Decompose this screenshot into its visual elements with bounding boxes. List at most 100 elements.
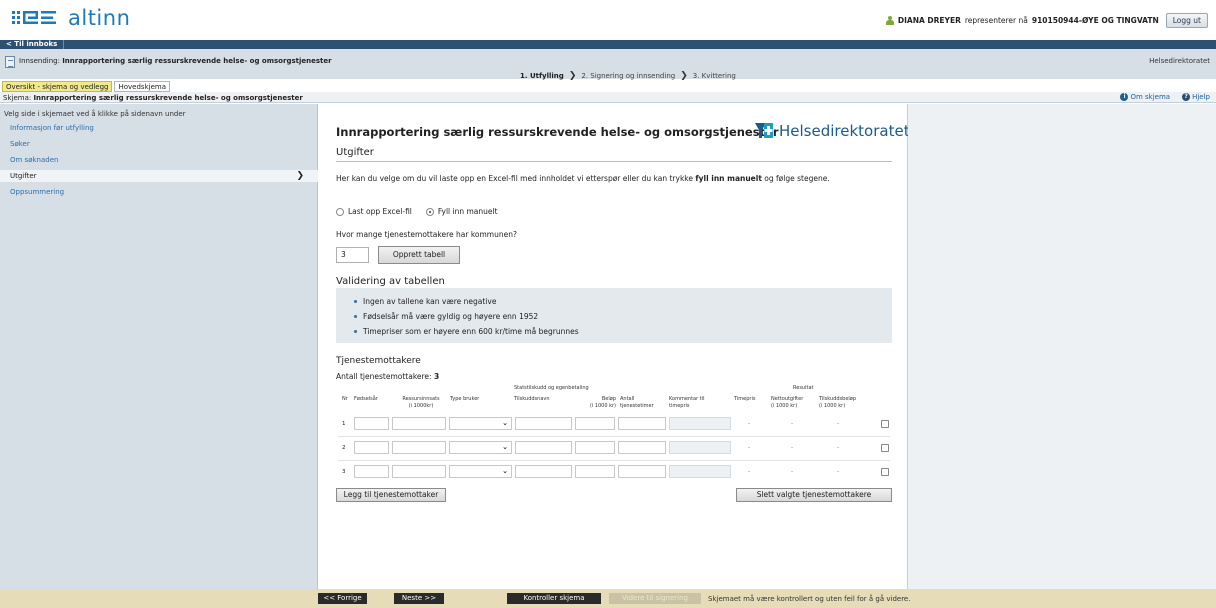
recipients-question: Hvor mange tjenestemottakere har kommune… bbox=[336, 230, 517, 239]
amount-input[interactable] bbox=[575, 465, 615, 478]
altinn-logo-text: altinn bbox=[68, 6, 131, 30]
amount-input[interactable] bbox=[575, 441, 615, 454]
hours-input[interactable] bbox=[618, 417, 666, 430]
sidebar-hint: Velg side i skjemaet ved å klikke på sid… bbox=[4, 110, 186, 118]
schema-links: i Om skjema ? Hjelp bbox=[1120, 93, 1210, 101]
row-select-checkbox[interactable] bbox=[881, 444, 889, 452]
about-schema-link[interactable]: i Om skjema bbox=[1120, 93, 1170, 101]
sidebar-item-summary[interactable]: Oppsummering bbox=[0, 186, 318, 198]
next-button[interactable]: Neste >> bbox=[394, 593, 444, 604]
comment-input[interactable] bbox=[669, 441, 731, 454]
top-header: altinn DIANA DREYER representerer nå 910… bbox=[0, 0, 1216, 40]
comment-input[interactable] bbox=[669, 417, 731, 430]
footer-note: Skjemaet må være kontrollert og uten fei… bbox=[708, 595, 911, 603]
document-icon bbox=[5, 56, 15, 68]
recipients-count-input[interactable]: 3 bbox=[336, 247, 369, 263]
input-method-radios: Last opp Excel-fil Fyll inn manuelt bbox=[336, 207, 498, 216]
recipients-title: Tjenestemottakere bbox=[336, 356, 421, 366]
grant-name-input[interactable] bbox=[515, 465, 572, 478]
submission-header: Innsending: Innrapportering særlig ressu… bbox=[0, 49, 1216, 81]
amount-input[interactable] bbox=[575, 417, 615, 430]
birth-year-input[interactable] bbox=[354, 441, 389, 454]
select-chevron-icon: ⌄ bbox=[502, 467, 508, 475]
nav-bar: < Til innboks bbox=[0, 40, 1216, 49]
user-type-select[interactable]: ⌄ bbox=[449, 441, 512, 454]
schema-bar: Skjema: Innrapportering særlig ressurskr… bbox=[0, 92, 1216, 103]
user-type-select[interactable]: ⌄ bbox=[449, 417, 512, 430]
row-number: 1 bbox=[342, 421, 346, 427]
radio-button[interactable] bbox=[336, 207, 344, 216]
birth-year-input[interactable] bbox=[354, 465, 389, 478]
back-to-inbox-link[interactable]: < Til innboks bbox=[6, 40, 65, 49]
col-header-birth-year: Fødselsår bbox=[354, 396, 378, 402]
progress-steps: 1. Utfylling ❯ 2. Signering og innsendin… bbox=[520, 71, 736, 81]
col-header-amount: Beløp (i 1000 kr) bbox=[589, 396, 616, 409]
col-header-grant-amount: Tilskuddsbeløp (i 1000 kr) bbox=[819, 396, 857, 409]
hours-input[interactable] bbox=[618, 441, 666, 454]
sidebar-item-expenses[interactable]: Utgifter ❯ bbox=[0, 170, 318, 182]
user-area: DIANA DREYER representerer nå 910150944-… bbox=[885, 13, 1208, 28]
grant-name-input[interactable] bbox=[515, 441, 572, 454]
radio-upload-excel[interactable]: Last opp Excel-fil bbox=[336, 207, 412, 216]
agency-name: Helsedirektoratet bbox=[1149, 57, 1210, 65]
chevron-right-icon: ❯ bbox=[296, 171, 304, 181]
col-header-hourly-rate: Timepris bbox=[734, 396, 756, 402]
previous-button[interactable]: << Forrige bbox=[318, 593, 367, 604]
user-name: DIANA DREYER bbox=[897, 16, 961, 25]
check-schema-button[interactable]: Kontroller skjema bbox=[507, 593, 601, 604]
submission-title: Innsending: Innrapportering særlig ressu… bbox=[19, 57, 332, 65]
grant-name-input[interactable] bbox=[515, 417, 572, 430]
validation-item: Ingen av tallene kan være negative bbox=[354, 297, 496, 306]
comment-input[interactable] bbox=[669, 465, 731, 478]
grant-amount-value: - bbox=[837, 420, 840, 427]
logout-button[interactable]: Logg ut bbox=[1165, 13, 1208, 28]
validation-box: Ingen av tallene kan være negative Fødse… bbox=[336, 288, 892, 343]
user-type-select[interactable]: ⌄ bbox=[449, 465, 512, 478]
create-table-button[interactable]: Opprett tabell bbox=[378, 246, 460, 264]
altinn-logo[interactable]: altinn bbox=[12, 6, 130, 30]
help-link[interactable]: ? Hjelp bbox=[1182, 93, 1210, 101]
step-receipt: 3. Kvittering bbox=[692, 72, 736, 80]
continue-to-sign-button[interactable]: Videre til signering bbox=[609, 593, 701, 604]
net-expenses-value: - bbox=[791, 444, 794, 451]
user-icon bbox=[885, 16, 894, 25]
section-title-expenses: Utgifter bbox=[336, 147, 374, 158]
validation-item: Timepriser som er høyere enn 600 kr/time… bbox=[354, 327, 579, 336]
row-select-checkbox[interactable] bbox=[881, 420, 889, 428]
row-select-checkbox[interactable] bbox=[881, 468, 889, 476]
page-sidebar: Velg side i skjemaet ved å klikke på sid… bbox=[0, 104, 318, 589]
chevron-right-icon: ❯ bbox=[680, 71, 688, 81]
chevron-right-icon: ❯ bbox=[568, 71, 577, 81]
sidebar-item-label: Utgifter bbox=[10, 172, 37, 180]
col-header-grant-name: Tilskuddsnavn bbox=[514, 396, 550, 402]
helsedirektoratet-logo-icon bbox=[755, 123, 773, 138]
tab-main-schema[interactable]: Hovedskjema bbox=[114, 81, 170, 92]
sidebar-item-about[interactable]: Om søknaden bbox=[0, 154, 318, 166]
tab-bar: Oversikt - skjema og vedlegg Hovedskjema bbox=[0, 81, 170, 92]
birth-year-input[interactable] bbox=[354, 417, 389, 430]
net-expenses-value: - bbox=[791, 420, 794, 427]
resource-input[interactable] bbox=[392, 465, 446, 478]
delete-selected-button[interactable]: Slett valgte tjenestemottakere bbox=[736, 488, 892, 502]
resource-input[interactable] bbox=[392, 417, 446, 430]
resource-input[interactable] bbox=[392, 441, 446, 454]
grant-amount-value: - bbox=[837, 444, 840, 451]
sidebar-item-applicant[interactable]: Søker bbox=[0, 138, 318, 150]
group-header-result: Resultat bbox=[793, 385, 814, 391]
add-recipient-button[interactable]: Legg til tjenestemottaker bbox=[336, 488, 446, 502]
sidebar-item-info[interactable]: Informasjon før utfylling bbox=[0, 122, 318, 134]
col-header-net-expenses: Nettoutgifter (i 1000 kr) bbox=[771, 396, 804, 409]
radio-fill-manual[interactable]: Fyll inn manuelt bbox=[425, 207, 498, 216]
section-divider bbox=[336, 161, 892, 162]
info-icon: i bbox=[1120, 93, 1129, 101]
validation-title: Validering av tabellen bbox=[336, 276, 445, 287]
helsedirektoratet-text: Helsedirektoratet bbox=[779, 121, 910, 140]
group-header-state: Statstilskudd og egenbetaling bbox=[514, 385, 589, 391]
tab-overview[interactable]: Oversikt - skjema og vedlegg bbox=[2, 81, 113, 92]
help-icon: ? bbox=[1182, 93, 1191, 101]
col-header-nr: Nr bbox=[342, 396, 348, 402]
hours-input[interactable] bbox=[618, 465, 666, 478]
schema-title: Skjema: Innrapportering særlig ressurskr… bbox=[3, 94, 303, 102]
row-divider bbox=[338, 460, 890, 461]
radio-button-selected[interactable] bbox=[425, 207, 434, 216]
